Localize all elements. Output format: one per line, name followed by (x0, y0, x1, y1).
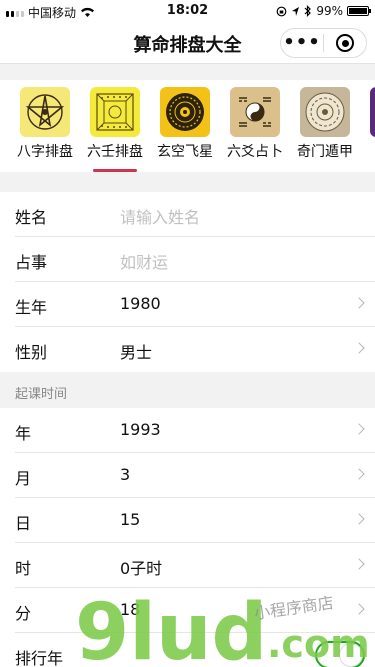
matter-input[interactable]: 如财运 (120, 249, 168, 273)
year-value: 1993 (120, 420, 161, 439)
chevron-right-icon (353, 513, 365, 525)
gender-label: 性别 (15, 343, 48, 362)
birth-year-label: 生年 (15, 298, 48, 317)
chevron-right-icon (353, 468, 365, 480)
chevron-right-icon (353, 423, 365, 435)
minute-row[interactable]: 分 18 (15, 588, 375, 633)
row-year-row: 排行年 (15, 633, 375, 667)
compass-icon (160, 87, 210, 137)
category-zi[interactable]: 紫 (362, 87, 375, 161)
status-bar: 中国移动 18:02 99% (0, 0, 375, 22)
pentagram-icon (20, 87, 70, 137)
minute-value: 18 (120, 600, 141, 619)
category-label: 八字排盘 (17, 144, 73, 160)
month-value: 3 (120, 465, 131, 484)
location-icon (292, 6, 300, 16)
qimen-disc-icon (300, 87, 350, 137)
category-scroller[interactable]: 八字排盘 六壬排盘 玄空飞星 六爻占卜 奇门遁甲 (0, 80, 375, 172)
matter-label: 占事 (15, 253, 48, 272)
row-year-label: 排行年 (15, 649, 64, 667)
category-label: 六壬排盘 (87, 144, 143, 160)
navigation-bar: 算命排盘大全 ••• (0, 22, 375, 64)
category-label: 奇门遁甲 (297, 144, 353, 160)
more-menu-button[interactable]: ••• (281, 33, 323, 53)
birth-year-row[interactable]: 生年 1980 (15, 282, 375, 327)
category-xuankong[interactable]: 玄空飞星 (152, 87, 218, 161)
target-icon (336, 34, 354, 52)
hour-label: 时 (15, 559, 32, 578)
battery-percent: 99% (316, 4, 343, 18)
bluetooth-icon (304, 5, 312, 17)
taiji-bagua-icon (230, 87, 280, 137)
day-row[interactable]: 日 15 (15, 498, 375, 543)
name-input[interactable]: 请输入姓名 (120, 204, 200, 228)
category-label: 紫 (362, 141, 375, 161)
chevron-right-icon (353, 558, 365, 570)
liuren-board-icon (90, 87, 140, 137)
year-label: 年 (15, 424, 32, 443)
chevron-right-icon (353, 603, 365, 615)
category-qimen[interactable]: 奇门遁甲 (292, 87, 358, 161)
category-liuren[interactable]: 六壬排盘 (82, 87, 148, 172)
battery-icon (347, 6, 371, 16)
category-label: 玄空飞星 (157, 144, 213, 160)
hour-row[interactable]: 时 0子时 (15, 543, 375, 588)
day-value: 15 (120, 510, 141, 529)
row-year-toggle[interactable] (315, 641, 365, 667)
section-title: 起课时间 (0, 372, 375, 408)
category-label: 六爻占卜 (227, 144, 283, 160)
month-label: 月 (15, 469, 32, 488)
hour-value: 0子时 (120, 559, 163, 578)
minute-label: 分 (15, 604, 32, 623)
chevron-right-icon (353, 297, 365, 309)
category-liuyao[interactable]: 六爻占卜 (222, 87, 288, 161)
active-tab-indicator (93, 169, 137, 172)
day-label: 日 (15, 514, 32, 533)
gender-value: 男士 (120, 343, 153, 362)
orientation-lock-icon (276, 6, 287, 16)
year-row[interactable]: 年 1993 (15, 408, 375, 453)
mini-program-capsule: ••• (280, 28, 367, 58)
toggle-knob (340, 644, 362, 666)
birth-year-value: 1980 (120, 294, 161, 313)
name-row[interactable]: 姓名 请输入姓名 (15, 192, 375, 237)
chevron-right-icon (353, 342, 365, 354)
divination-time-form: 年 1993 月 3 日 15 时 0子时 分 18 排行年 (0, 408, 375, 667)
close-button[interactable] (324, 34, 366, 52)
month-row[interactable]: 月 3 (15, 453, 375, 498)
name-label: 姓名 (15, 208, 48, 227)
gender-row[interactable]: 性别 男士 (15, 327, 375, 372)
purple-tile-icon (370, 87, 375, 137)
category-bazi[interactable]: 八字排盘 (12, 87, 78, 161)
matter-row[interactable]: 占事 如财运 (15, 237, 375, 282)
personal-info-form: 姓名 请输入姓名 占事 如财运 生年 1980 性别 男士 (0, 192, 375, 372)
